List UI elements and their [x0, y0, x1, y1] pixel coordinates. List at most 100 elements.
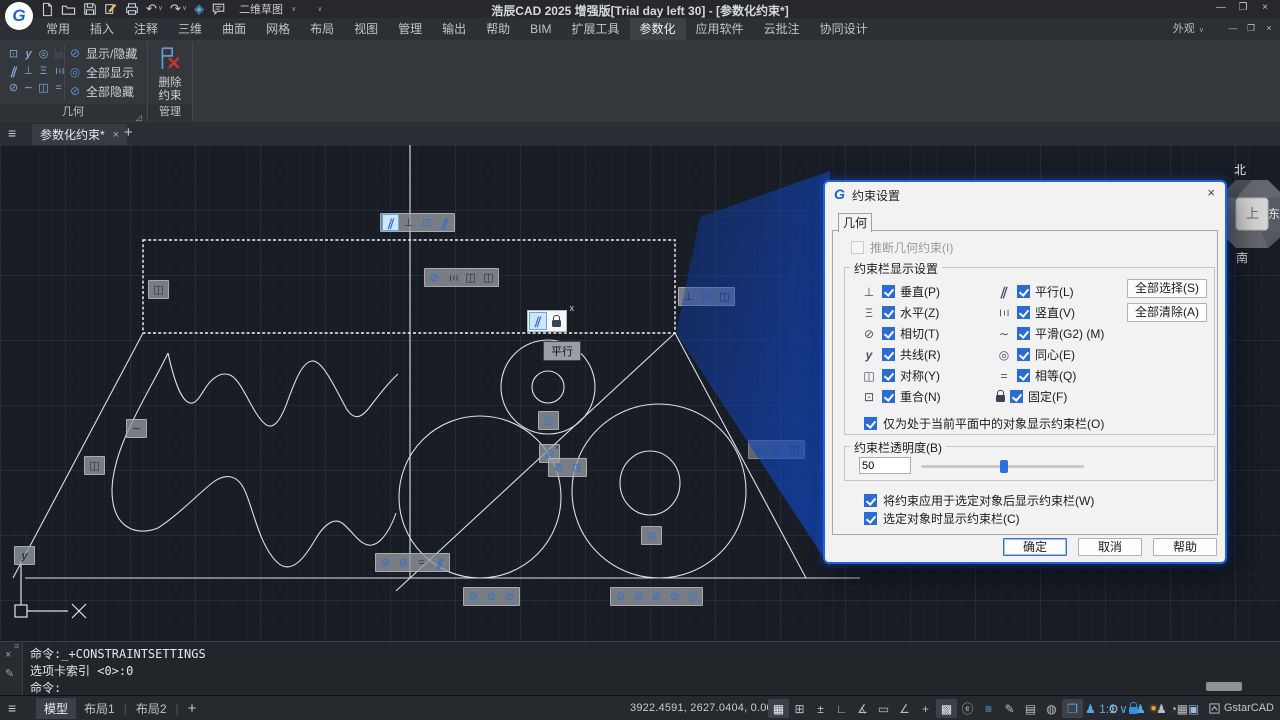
- badge-cell[interactable]: ⊘: [613, 589, 628, 604]
- command-grip-icon[interactable]: ≡: [14, 641, 19, 651]
- sheet-tab-layout1[interactable]: 布局1: [76, 698, 123, 719]
- ribbon-tab-插入[interactable]: 插入: [80, 18, 124, 40]
- badge-cell[interactable]: ∼: [129, 421, 144, 436]
- command-input-line[interactable]: 命令:: [30, 679, 61, 696]
- parallel-tool-button[interactable]: ∥: [6, 62, 21, 79]
- layer-state-icon[interactable]: ▤: [1020, 699, 1041, 718]
- badge-cell[interactable]: ◎: [541, 413, 556, 428]
- view-cube[interactable]: 上 北 东 南: [1222, 158, 1280, 266]
- badge-cell[interactable]: ⊘: [667, 589, 682, 604]
- collinear-tool-button[interactable]: y: [21, 45, 36, 62]
- symmetric-tool-button[interactable]: ◫: [36, 79, 51, 96]
- ribbon-tab-扩展工具[interactable]: 扩展工具: [562, 18, 630, 40]
- appearance-button[interactable]: 外观 ∨: [1173, 18, 1204, 42]
- ribbon-tab-常用[interactable]: 常用: [36, 18, 80, 40]
- constraint-bar-popup[interactable]: ∥ x: [527, 310, 567, 332]
- show-all-button[interactable]: ◎ 全部显示: [68, 63, 134, 81]
- ribbon-tab-三维[interactable]: 三维: [168, 18, 212, 40]
- ribbon-tab-注释[interactable]: 注释: [124, 18, 168, 40]
- command-scrollbar[interactable]: [1206, 682, 1242, 691]
- popup-close-icon[interactable]: x: [570, 303, 575, 313]
- geometry-panel-label[interactable]: 几何 ◿: [0, 104, 146, 121]
- clear-all-button[interactable]: 全部清除(A): [1127, 303, 1207, 322]
- ok-button[interactable]: 确定: [1003, 538, 1067, 556]
- dynamic-input-icon[interactable]: ±: [810, 699, 831, 718]
- tab-geometry[interactable]: 几何: [838, 213, 872, 232]
- help-button[interactable]: 帮助: [1153, 538, 1217, 556]
- constraint-badge[interactable]: ◎: [538, 411, 559, 430]
- badge-cell[interactable]: ⊘: [396, 555, 411, 570]
- snap-tracking-icon[interactable]: +: [915, 699, 936, 718]
- lock-constraint-chip[interactable]: [548, 313, 564, 329]
- badge-cell[interactable]: ◎: [685, 589, 700, 604]
- grid-icon[interactable]: ▦: [768, 699, 789, 718]
- show-on-select-checkbox[interactable]: [864, 512, 877, 525]
- only-current-plane-checkbox[interactable]: [864, 417, 877, 430]
- badge-cell[interactable]: ⊡: [769, 442, 784, 457]
- badge-cell[interactable]: ◎: [644, 528, 659, 543]
- doc-menu-icon[interactable]: ≡: [8, 125, 16, 141]
- restore-icon[interactable]: ❐: [1232, 0, 1254, 16]
- doc-close-icon[interactable]: ×: [1260, 21, 1278, 35]
- badge-cell[interactable]: ⊘: [751, 442, 766, 457]
- badge-cell[interactable]: ⊡: [419, 215, 434, 230]
- command-line-panel[interactable]: × ✎ ≡ 命令:_+CONSTRAINTSETTINGS 选项卡索引 <0>:…: [0, 641, 1280, 696]
- hatch-display-icon[interactable]: ▩: [936, 699, 957, 718]
- new-sheet-icon[interactable]: +: [188, 700, 197, 717]
- badge-cell[interactable]: ⊘: [378, 555, 393, 570]
- settings-gear-icon[interactable]: ⚙: [1105, 699, 1122, 718]
- hide-all-button[interactable]: ⊘ 全部隐藏: [68, 82, 134, 100]
- ribbon-tab-管理[interactable]: 管理: [388, 18, 432, 40]
- constraint-badge[interactable]: ◫: [84, 456, 105, 475]
- tangent-checkbox[interactable]: [882, 327, 895, 340]
- command-close-icon[interactable]: ×: [5, 649, 11, 661]
- constraint-badge[interactable]: ◫: [148, 280, 169, 299]
- fixed-checkbox[interactable]: [1010, 390, 1023, 403]
- ribbon-tab-视图[interactable]: 视图: [344, 18, 388, 40]
- doc-minimize-icon[interactable]: —: [1224, 21, 1242, 35]
- dialog-title-bar[interactable]: G 约束设置 ×: [825, 182, 1225, 206]
- lineweight-icon[interactable]: ≡: [978, 699, 999, 718]
- ribbon-tab-帮助[interactable]: 帮助: [476, 18, 520, 40]
- ortho-icon[interactable]: ∟: [831, 699, 852, 718]
- vertical-checkbox[interactable]: [1017, 306, 1030, 319]
- new-tab-icon[interactable]: +: [124, 124, 133, 141]
- sheet-tab-layout2[interactable]: 布局2: [128, 698, 175, 719]
- transparency-slider-thumb[interactable]: [1000, 460, 1008, 473]
- object-snap-icon[interactable]: ▭: [873, 699, 894, 718]
- coincident-tool-button[interactable]: ⊡: [6, 45, 21, 62]
- ribbon-tab-输出[interactable]: 输出: [432, 18, 476, 40]
- badge-cell[interactable]: ⊥: [401, 215, 416, 230]
- badge-cell[interactable]: ⊘: [466, 589, 481, 604]
- horizontal-tool-button[interactable]: Ξ: [36, 62, 51, 79]
- horizontal-checkbox[interactable]: [882, 306, 895, 319]
- badge-cell[interactable]: ⊥: [681, 289, 696, 304]
- parallel-constraint-chip[interactable]: ∥: [529, 312, 547, 330]
- collinear-checkbox[interactable]: [882, 348, 895, 361]
- constraint-badge[interactable]: ⊘⊘=∥: [375, 553, 450, 572]
- badge-cell[interactable]: ∥: [382, 214, 399, 231]
- svg-text:北[interactable]: 北: [1234, 163, 1246, 177]
- hardware-light-icon[interactable]: ●: [1145, 699, 1162, 718]
- badge-cell[interactable]: ◫: [87, 458, 102, 473]
- close-icon[interactable]: ×: [1254, 0, 1276, 16]
- badge-cell[interactable]: ⊘: [484, 589, 499, 604]
- performance-gauge-icon[interactable]: ◔: [1165, 699, 1182, 718]
- ribbon-tab-协同设计[interactable]: 协同设计: [810, 18, 878, 40]
- transparency-input[interactable]: [859, 457, 911, 474]
- dialog-close-icon[interactable]: ×: [1207, 185, 1215, 200]
- infer-constraints-checkbox[interactable]: [851, 241, 864, 254]
- smooth-checkbox[interactable]: [1017, 327, 1030, 340]
- quick-properties-icon[interactable]: ✎: [999, 699, 1020, 718]
- constraint-badge[interactable]: ∼: [126, 419, 147, 438]
- magnifier-icon[interactable]: ◍: [1041, 699, 1062, 718]
- minimize-icon[interactable]: —: [1210, 0, 1232, 16]
- tangent-tool-button[interactable]: ⊘: [6, 79, 21, 96]
- sheet-tab-model[interactable]: 模型: [36, 698, 76, 719]
- perpendicular-checkbox[interactable]: [882, 285, 895, 298]
- badge-cell[interactable]: ⊘: [631, 589, 646, 604]
- concentric-tool-button[interactable]: ◎: [36, 45, 51, 62]
- badge-cell[interactable]: ∥: [432, 555, 447, 570]
- badge-cell[interactable]: ⊘: [551, 460, 566, 475]
- constraint-badge[interactable]: y: [14, 546, 35, 565]
